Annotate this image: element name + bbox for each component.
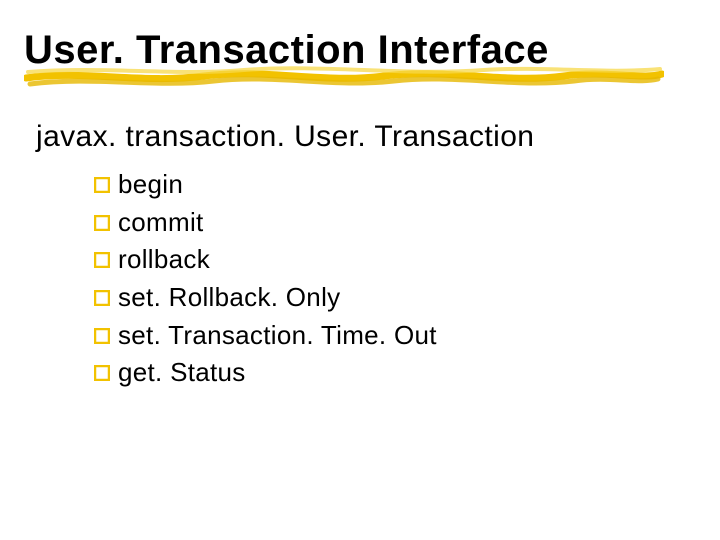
- list-item: set. Rollback. Only: [94, 279, 696, 317]
- list-item-label: get. Status: [118, 354, 246, 392]
- list-item-label: rollback: [118, 241, 210, 279]
- subheading: javax. transaction. User. Transaction: [36, 120, 696, 154]
- square-bullet-icon: [94, 177, 110, 193]
- list-item: begin: [94, 166, 696, 204]
- title-block: User. Transaction Interface: [24, 28, 696, 86]
- list-item-label: set. Transaction. Time. Out: [118, 317, 437, 355]
- list-item: commit: [94, 204, 696, 242]
- list-item-label: begin: [118, 166, 183, 204]
- square-bullet-icon: [94, 215, 110, 231]
- list-item-label: set. Rollback. Only: [118, 279, 340, 317]
- square-bullet-icon: [94, 328, 110, 344]
- square-bullet-icon: [94, 290, 110, 306]
- list-item: get. Status: [94, 354, 696, 392]
- list-item: rollback: [94, 241, 696, 279]
- list-item-label: commit: [118, 204, 204, 242]
- slide: User. Transaction Interface javax. trans…: [0, 0, 720, 540]
- slide-title: User. Transaction Interface: [24, 28, 696, 86]
- square-bullet-icon: [94, 365, 110, 381]
- list-item: set. Transaction. Time. Out: [94, 317, 696, 355]
- square-bullet-icon: [94, 252, 110, 268]
- bullet-list: begin commit rollback s: [94, 166, 696, 392]
